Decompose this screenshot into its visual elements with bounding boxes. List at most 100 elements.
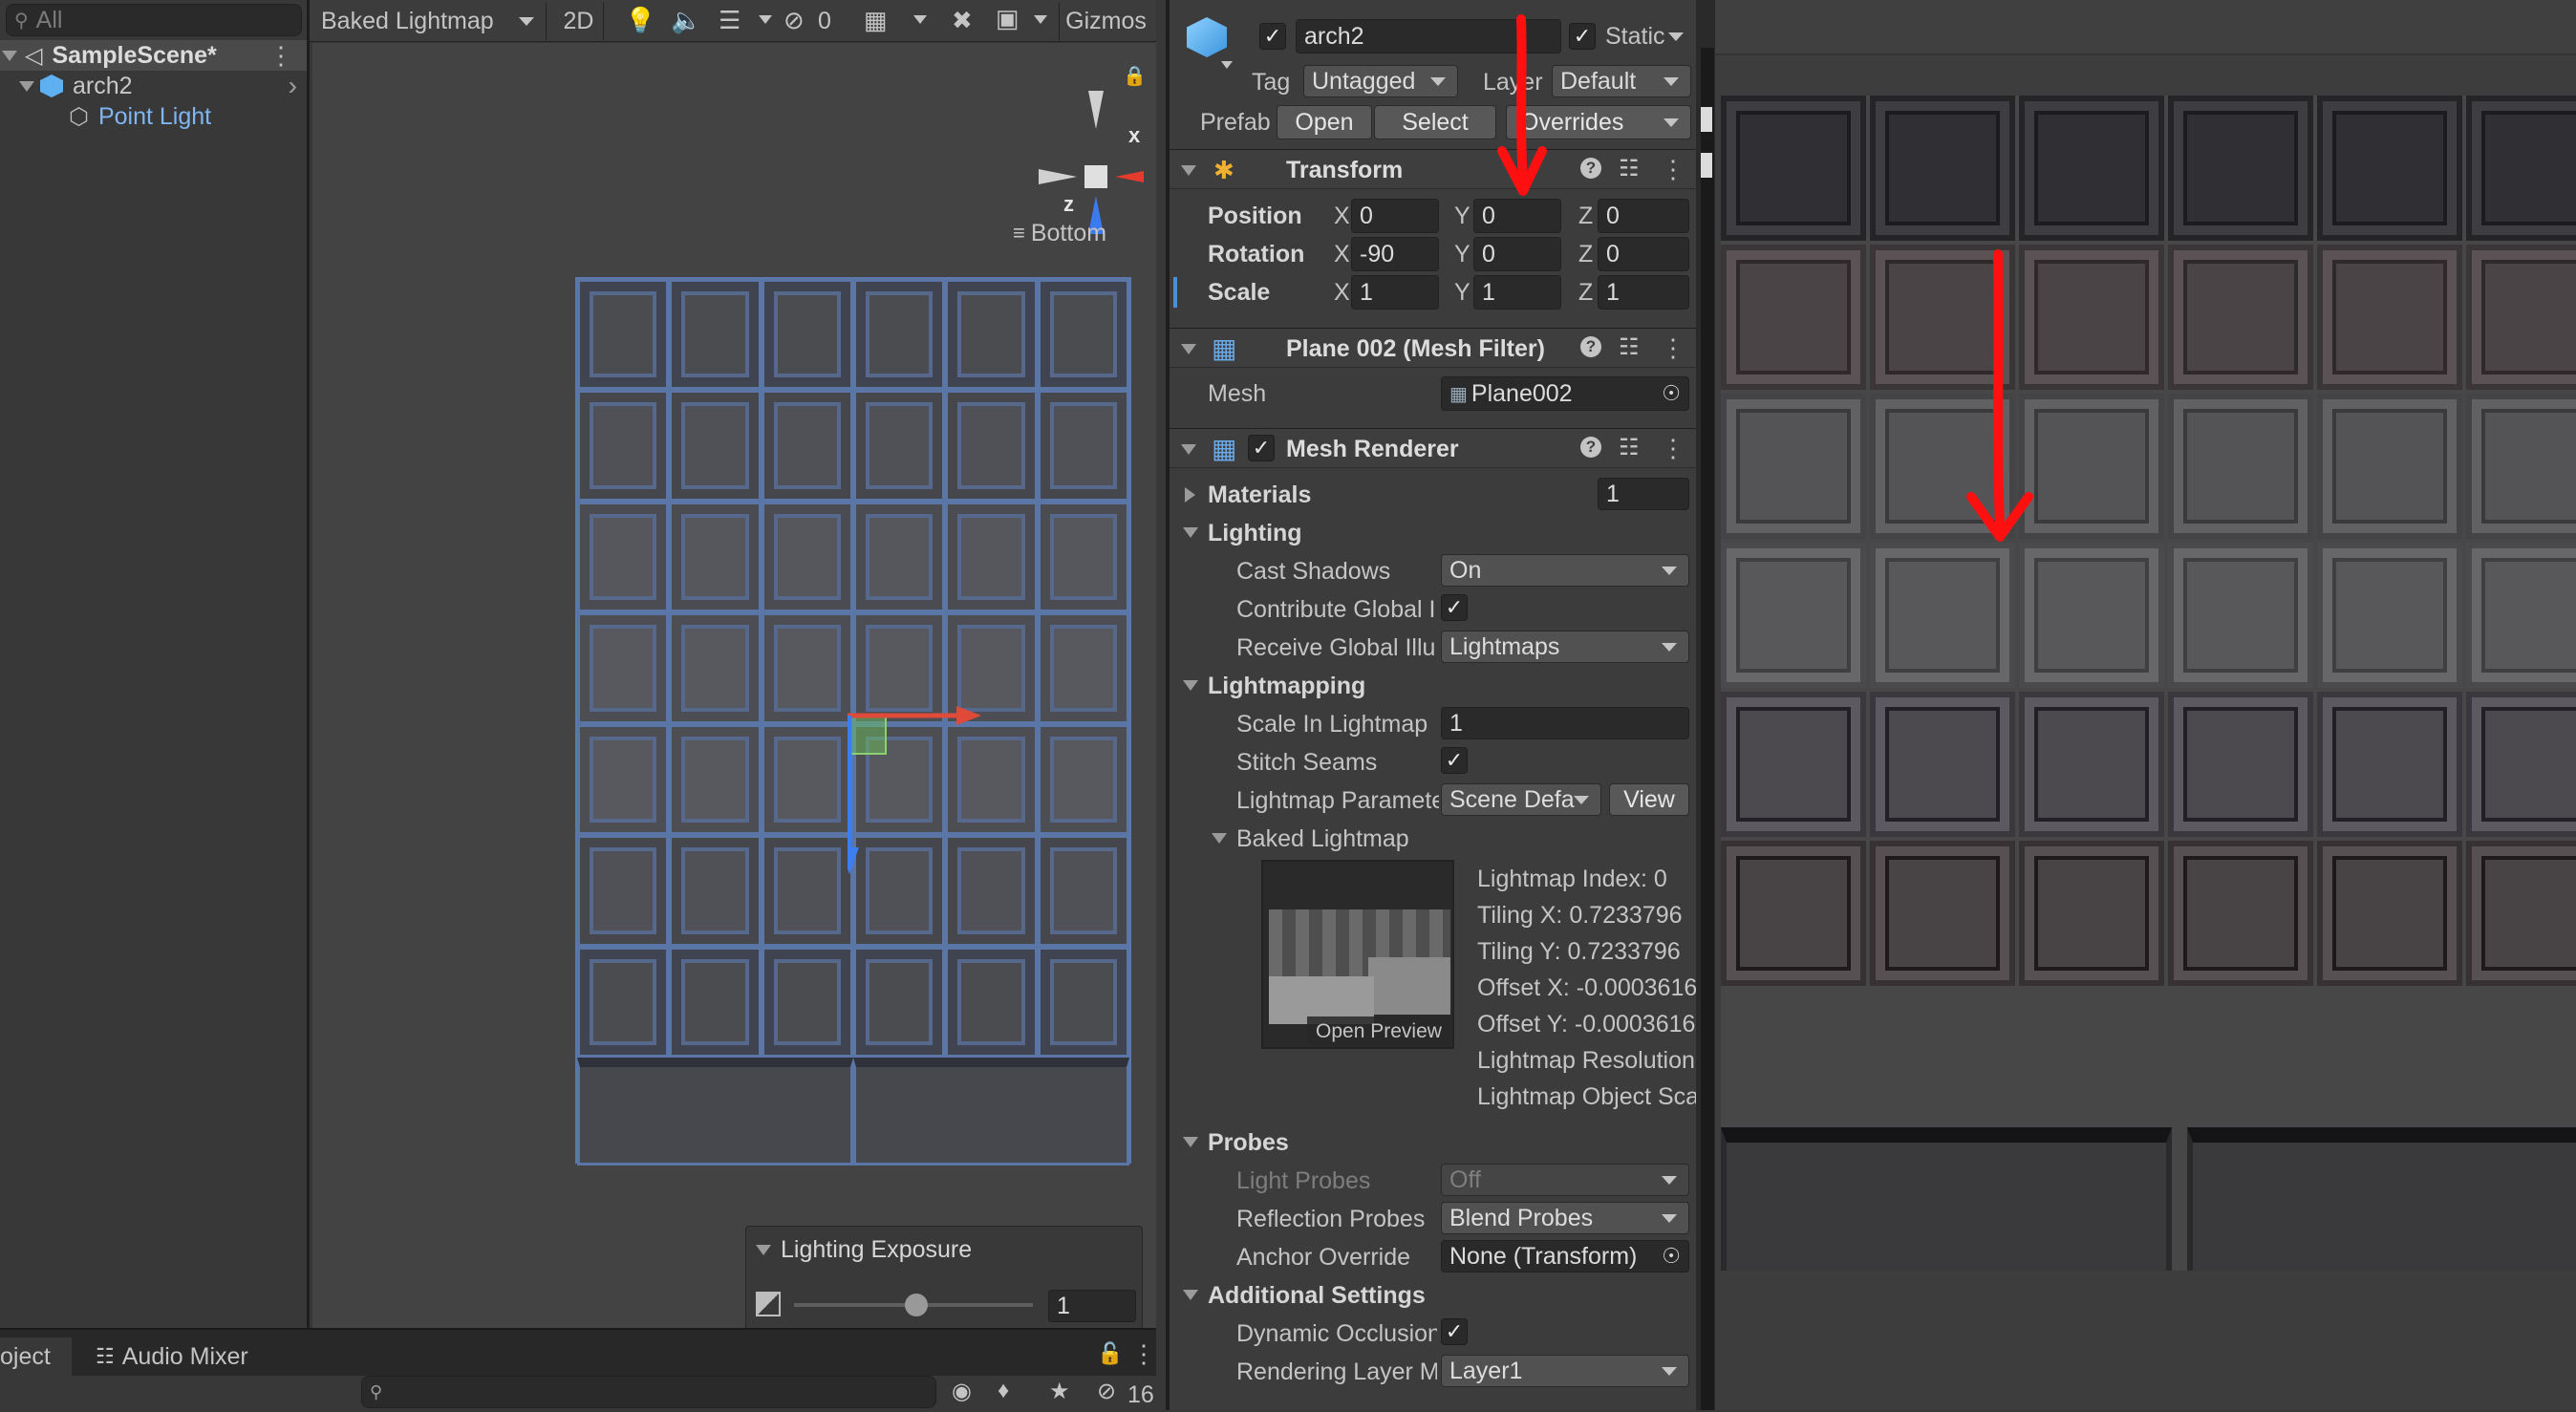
chevron-down-icon[interactable] xyxy=(913,15,927,24)
rotation-x-field[interactable]: -90 xyxy=(1351,237,1439,271)
static-dropdown[interactable]: Static xyxy=(1599,19,1695,53)
static-checkbox[interactable]: ✓ xyxy=(1569,23,1596,50)
object-picker-icon[interactable]: ☉ xyxy=(1662,381,1681,406)
position-z-field[interactable]: 0 xyxy=(1598,199,1689,233)
lightmap-params-dropdown[interactable]: Scene Defa xyxy=(1441,783,1601,816)
move-tool-gizmo[interactable] xyxy=(848,702,1020,893)
more-menu-icon[interactable]: ⋮ xyxy=(1661,434,1685,463)
help-icon[interactable]: ? xyxy=(1580,336,1601,357)
hierarchy-search-input[interactable]: ⚲ All xyxy=(6,4,302,36)
layer-dropdown[interactable]: Default xyxy=(1552,65,1691,97)
collapse-triangle[interactable] xyxy=(1183,527,1198,538)
view-label[interactable]: ≡ Bottom xyxy=(1013,221,1106,246)
gizmos-button[interactable]: Gizmos xyxy=(1059,2,1152,40)
more-menu-icon[interactable]: ⋮ xyxy=(1661,155,1685,184)
preset-sliders-icon[interactable]: ☷ xyxy=(1619,155,1640,182)
anchor-override-field[interactable]: None (Transform) ☉ xyxy=(1441,1240,1689,1273)
collapse-triangle[interactable] xyxy=(1183,1290,1198,1300)
rotation-z-field[interactable]: 0 xyxy=(1598,237,1689,271)
collapse-triangle[interactable] xyxy=(1183,680,1198,691)
position-y-field[interactable]: 0 xyxy=(1473,199,1561,233)
lock-icon[interactable]: 🔓 xyxy=(1097,1341,1123,1366)
project-search-input[interactable]: ⚲ xyxy=(361,1376,936,1408)
effects-layers-icon[interactable]: ☰ xyxy=(719,6,741,35)
contribute-gi-checkbox[interactable]: ✓ xyxy=(1441,594,1468,621)
more-menu-icon[interactable]: ⋮ xyxy=(1131,1339,1156,1369)
audio-icon[interactable]: 🔈 xyxy=(671,6,701,35)
dynamic-occlusion-checkbox[interactable]: ✓ xyxy=(1441,1318,1468,1345)
side-tab-icon[interactable] xyxy=(1701,153,1712,178)
favorite-star-icon[interactable]: ★ xyxy=(1049,1378,1070,1405)
hierarchy-item-arch2[interactable]: arch2 › xyxy=(0,71,307,101)
mesh-grid-icon: ▦ xyxy=(1449,383,1468,405)
grid-icon[interactable]: ▦ xyxy=(864,6,888,35)
hierarchy-item-point-light[interactable]: ⬡ Point Light xyxy=(0,101,307,132)
mesh-object-field[interactable]: ▦ Plane002 ☉ xyxy=(1441,376,1689,411)
unity-scene-icon: ◁ xyxy=(25,42,43,69)
expand-triangle[interactable] xyxy=(19,80,34,92)
chevron-down-icon[interactable] xyxy=(1034,15,1047,24)
receive-gi-dropdown[interactable]: Lightmaps xyxy=(1441,631,1689,663)
view-button[interactable]: View xyxy=(1609,783,1689,816)
mesh-filter-header[interactable]: ▦ Plane 002 (Mesh Filter) ? ☷ ⋮ xyxy=(1170,328,1696,368)
create-object-icon[interactable]: ◉ xyxy=(952,1378,972,1405)
collapse-triangle[interactable] xyxy=(1181,344,1196,354)
exposure-value-field[interactable]: 1 xyxy=(1048,1290,1136,1322)
overlay-header[interactable]: Lighting Exposure xyxy=(756,1238,972,1262)
materials-count-field[interactable]: 1 xyxy=(1598,478,1689,510)
toggle-2d-button[interactable]: 2D xyxy=(554,2,604,40)
tools-icon[interactable]: ✖ xyxy=(952,6,973,35)
scale-in-lightmap-field[interactable]: 1 xyxy=(1441,707,1689,739)
collapse-triangle[interactable] xyxy=(1181,165,1196,176)
scene-row[interactable]: ◁ SampleScene* ⋮ xyxy=(0,40,307,71)
exposure-slider-thumb[interactable] xyxy=(905,1294,928,1316)
lighting-bulb-icon[interactable]: 💡 xyxy=(625,6,655,35)
collapse-triangle[interactable] xyxy=(756,1245,771,1255)
scale-x-field[interactable]: 1 xyxy=(1351,275,1439,310)
chevron-down-icon[interactable] xyxy=(1221,61,1233,69)
prefab-select-button[interactable]: Select xyxy=(1374,105,1496,139)
collapse-triangle[interactable] xyxy=(1181,444,1196,455)
tag-dropdown[interactable]: Untagged xyxy=(1303,65,1458,97)
draw-mode-dropdown[interactable]: Baked Lightmap xyxy=(310,2,547,40)
stitch-seams-checkbox[interactable]: ✓ xyxy=(1441,747,1468,774)
position-x-field[interactable]: 0 xyxy=(1351,199,1439,233)
open-preview-label[interactable]: Open Preview xyxy=(1307,1016,1450,1045)
gameobject-cube-icon[interactable] xyxy=(1187,17,1227,57)
more-menu-icon[interactable]: ⋮ xyxy=(1661,333,1685,363)
scale-z-field[interactable]: 1 xyxy=(1598,275,1689,310)
expand-triangle[interactable] xyxy=(1185,487,1195,503)
rotation-y-field[interactable]: 0 xyxy=(1473,237,1561,271)
tab-audio-mixer[interactable]: ☷ Audio Mixer xyxy=(96,1337,248,1376)
chevron-down-icon[interactable] xyxy=(759,15,772,24)
scale-y-field[interactable]: 1 xyxy=(1473,275,1561,310)
camera-icon[interactable]: ▣ xyxy=(996,4,1020,33)
cast-shadows-dropdown[interactable]: On xyxy=(1441,554,1689,587)
hidden-objects-eye-icon[interactable]: ⊘ xyxy=(784,6,805,35)
collapse-triangle[interactable] xyxy=(1183,1137,1198,1147)
rendering-layer-dropdown[interactable]: Layer1 xyxy=(1441,1355,1689,1387)
collapse-triangle[interactable] xyxy=(1212,833,1227,844)
mixer-sliders-icon: ☷ xyxy=(96,1344,115,1368)
reflection-probes-dropdown[interactable]: Blend Probes xyxy=(1441,1202,1689,1234)
help-icon[interactable]: ? xyxy=(1580,437,1601,458)
object-picker-icon[interactable]: ☉ xyxy=(1662,1244,1681,1269)
side-tab-icon[interactable] xyxy=(1701,107,1712,132)
hidden-packages-eye-icon[interactable]: ⊘ xyxy=(1097,1378,1116,1405)
prefab-open-button[interactable]: Open xyxy=(1277,105,1372,139)
tab-project[interactable]: oject xyxy=(0,1337,72,1376)
help-icon[interactable]: ? xyxy=(1580,158,1601,179)
active-checkbox[interactable]: ✓ xyxy=(1259,23,1286,50)
lightmap-preview[interactable]: Open Preview xyxy=(1261,860,1454,1049)
preset-sliders-icon[interactable]: ☷ xyxy=(1619,434,1640,461)
chevron-right-icon[interactable]: › xyxy=(289,71,297,101)
mesh-renderer-header[interactable]: ▦ ✓ Mesh Renderer ? ☷ ⋮ xyxy=(1170,428,1696,468)
collapse-triangle[interactable] xyxy=(2,50,17,61)
transform-header[interactable]: ✱ Transform ? ☷ ⋮ xyxy=(1170,149,1696,189)
scene-viewport[interactable]: 🔒 x z ≡ Bottom Lighting Exposure 1 xyxy=(312,43,1156,1354)
label-tag-icon[interactable]: ♦ xyxy=(998,1378,1009,1404)
preset-sliders-icon[interactable]: ☷ xyxy=(1619,333,1640,361)
mesh-renderer-enabled-checkbox[interactable]: ✓ xyxy=(1248,435,1275,461)
game-view[interactable] xyxy=(1715,0,2576,1410)
more-menu-icon[interactable]: ⋮ xyxy=(268,41,293,71)
